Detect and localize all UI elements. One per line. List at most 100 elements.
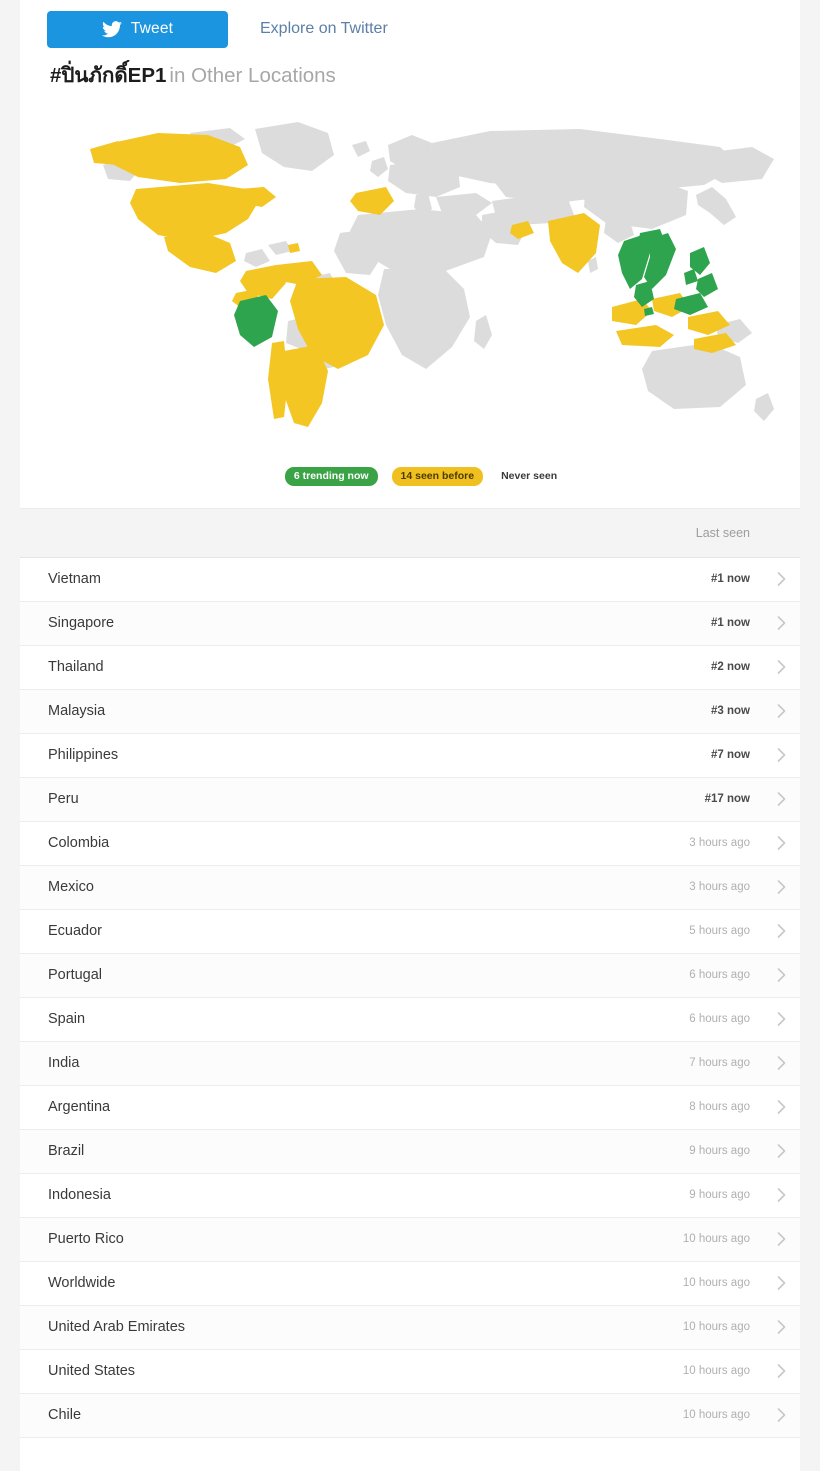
page-title-subtitle: in Other Locations <box>169 64 336 87</box>
row-location-label: Brazil <box>48 1143 85 1160</box>
table-row[interactable]: Spain 6 hours ago <box>20 997 800 1042</box>
locations-table-body: Vietnam #1 now Singapore #1 now Thailand #2 n… <box>20 557 800 1438</box>
chevron-right-icon[interactable] <box>762 880 800 895</box>
row-location-label: Indonesia <box>48 1187 111 1204</box>
row-last-seen-value: #7 now <box>711 749 750 762</box>
legend-trending-now: 6 trending now <box>284 466 378 486</box>
row-location-label: Mexico <box>48 879 94 896</box>
page-title: #ปิ่นภักดิ์EP1 in Other Locations <box>20 46 800 89</box>
chevron-right-icon[interactable] <box>762 792 800 807</box>
chevron-right-icon[interactable] <box>762 1408 800 1423</box>
locations-table: Last seen Vietnam #1 now Singapore #1 now Th… <box>20 507 800 1438</box>
table-row[interactable]: Peru #17 now <box>20 777 800 822</box>
chevron-right-icon[interactable] <box>762 1144 800 1159</box>
row-last-seen-value: 10 hours ago <box>682 1277 750 1290</box>
row-location-label: Singapore <box>48 615 115 632</box>
row-location-label: Portugal <box>48 967 103 984</box>
row-location-label: Thailand <box>48 659 104 676</box>
row-last-seen-value: 10 hours ago <box>682 1409 750 1422</box>
locations-table-header: Last seen <box>20 508 800 558</box>
row-location-label: Malaysia <box>48 703 106 720</box>
chevron-right-icon[interactable] <box>762 968 800 983</box>
content-card: Tweet Explore on Twitter #ปิ่นภักดิ์EP1 i… <box>20 0 800 1471</box>
chevron-right-icon[interactable] <box>762 616 800 631</box>
row-location-label: Vietnam <box>48 571 101 588</box>
twitter-bird-icon <box>101 20 122 38</box>
tweet-button-label: Tweet <box>130 20 174 37</box>
row-last-seen-value: 5 hours ago <box>689 925 750 938</box>
page-title-hashtag: #ปิ่นภักดิ์EP1 <box>50 64 167 87</box>
table-row[interactable]: Malaysia #3 now <box>20 689 800 734</box>
row-last-seen-value: 7 hours ago <box>689 1057 750 1070</box>
chevron-right-icon[interactable] <box>762 1100 800 1115</box>
row-location-label: United States <box>48 1363 136 1380</box>
row-location-label: Ecuador <box>48 923 103 940</box>
chevron-right-icon[interactable] <box>762 924 800 939</box>
table-row[interactable]: Brazil 9 hours ago <box>20 1129 800 1174</box>
chevron-right-icon[interactable] <box>762 1276 800 1291</box>
chevron-right-icon[interactable] <box>762 1232 800 1247</box>
chevron-right-icon[interactable] <box>762 1320 800 1335</box>
row-location-label: Puerto Rico <box>48 1231 124 1248</box>
page-root: Tweet Explore on Twitter #ปิ่นภักดิ์EP1 i… <box>0 0 820 1471</box>
row-location-label: Peru <box>48 791 79 808</box>
table-row[interactable]: Portugal 6 hours ago <box>20 953 800 998</box>
row-last-seen-value: 10 hours ago <box>682 1365 750 1378</box>
row-location-label: Spain <box>48 1011 86 1028</box>
chevron-right-icon[interactable] <box>762 704 800 719</box>
row-location-label: Argentina <box>48 1099 111 1116</box>
table-row[interactable]: Colombia 3 hours ago <box>20 821 800 866</box>
chevron-right-icon[interactable] <box>762 748 800 763</box>
table-row[interactable]: Mexico 3 hours ago <box>20 865 800 910</box>
row-last-seen-value: 9 hours ago <box>689 1145 750 1158</box>
table-row[interactable]: Argentina 8 hours ago <box>20 1085 800 1130</box>
table-row[interactable]: Chile 10 hours ago <box>20 1393 800 1438</box>
row-last-seen-value: 3 hours ago <box>689 837 750 850</box>
page-gutter-left <box>0 0 20 1471</box>
table-row[interactable]: Thailand #2 now <box>20 645 800 690</box>
row-location-label: Worldwide <box>48 1275 116 1292</box>
row-last-seen-value: 3 hours ago <box>689 881 750 894</box>
tweet-button[interactable]: Tweet <box>47 10 228 48</box>
row-last-seen-value: #17 now <box>704 793 750 806</box>
row-last-seen-value: 6 hours ago <box>689 969 750 982</box>
row-last-seen-value: #1 now <box>711 617 750 630</box>
chevron-right-icon[interactable] <box>762 1188 800 1203</box>
row-location-label: Philippines <box>48 747 119 764</box>
table-row[interactable]: United States 10 hours ago <box>20 1349 800 1394</box>
chevron-right-icon[interactable] <box>762 836 800 851</box>
row-last-seen-value: #3 now <box>711 705 750 718</box>
table-row[interactable]: United Arab Emirates 10 hours ago <box>20 1305 800 1350</box>
row-last-seen-value: 6 hours ago <box>689 1013 750 1026</box>
page-gutter-right <box>800 0 820 1471</box>
chevron-right-icon[interactable] <box>762 1056 800 1071</box>
row-last-seen-value: 10 hours ago <box>682 1233 750 1246</box>
map-legend: 6 trending now 14 seen before Never seen <box>42 463 800 508</box>
row-location-label: Chile <box>48 1407 82 1424</box>
world-map-svg <box>40 102 780 458</box>
chevron-right-icon[interactable] <box>762 660 800 675</box>
explore-on-twitter-link[interactable]: Explore on Twitter <box>260 20 388 38</box>
row-last-seen-value: #2 now <box>711 661 750 674</box>
chevron-right-icon[interactable] <box>762 1364 800 1379</box>
chevron-right-icon[interactable] <box>762 572 800 587</box>
table-row[interactable]: Philippines #7 now <box>20 733 800 778</box>
row-last-seen-value: #1 now <box>711 573 750 586</box>
row-last-seen-value: 8 hours ago <box>689 1101 750 1114</box>
table-row[interactable]: Indonesia 9 hours ago <box>20 1173 800 1218</box>
legend-never-seen: Never seen <box>501 470 558 483</box>
table-row[interactable]: Vietnam #1 now <box>20 557 800 602</box>
action-bar: Tweet Explore on Twitter <box>20 0 800 48</box>
row-last-seen-value: 9 hours ago <box>689 1189 750 1202</box>
world-map <box>20 102 800 463</box>
table-row[interactable]: Puerto Rico 10 hours ago <box>20 1217 800 1262</box>
row-last-seen-value: 10 hours ago <box>682 1321 750 1334</box>
chevron-right-icon[interactable] <box>762 1012 800 1027</box>
row-location-label: India <box>48 1055 80 1072</box>
table-row[interactable]: Ecuador 5 hours ago <box>20 909 800 954</box>
row-location-label: United Arab Emirates <box>48 1319 186 1336</box>
table-row[interactable]: India 7 hours ago <box>20 1041 800 1086</box>
table-row[interactable]: Worldwide 10 hours ago <box>20 1261 800 1306</box>
legend-seen-before: 14 seen before <box>391 466 484 486</box>
table-row[interactable]: Singapore #1 now <box>20 601 800 646</box>
